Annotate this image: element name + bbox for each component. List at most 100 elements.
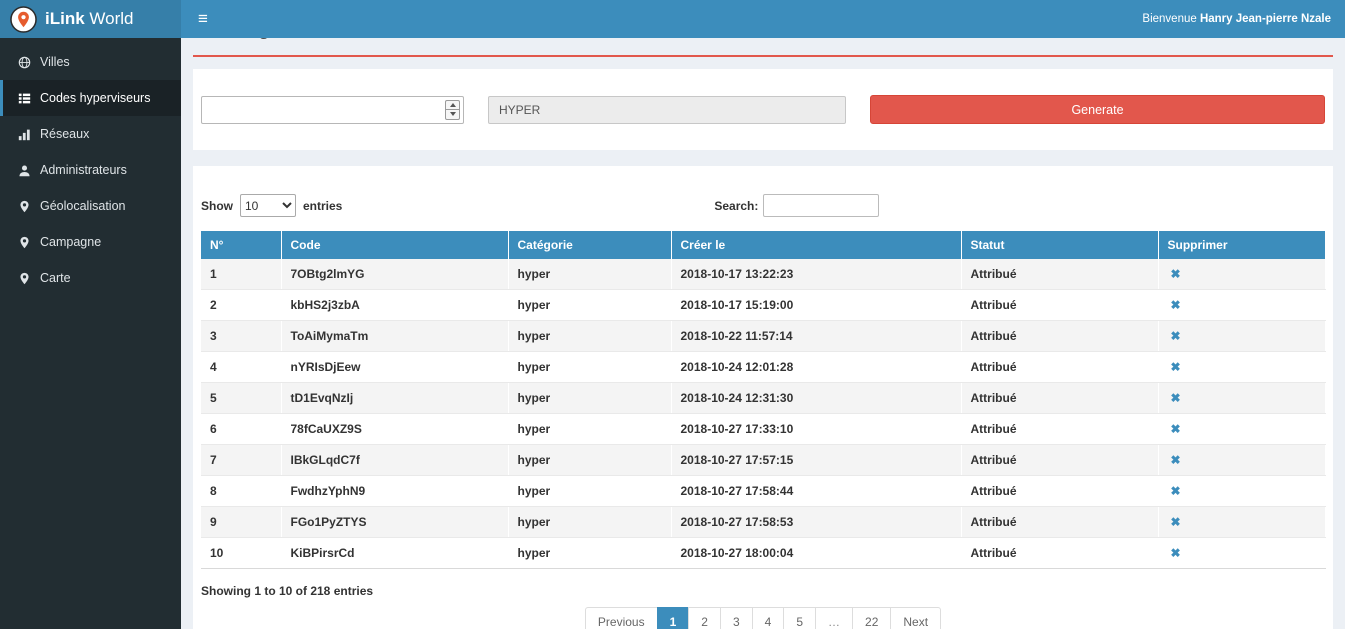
pagination-ellipsis: … [815,607,853,629]
pagination-previous[interactable]: Previous [585,607,658,629]
delete-icon[interactable]: ✖ [1168,391,1181,405]
cell-delete: ✖ [1158,538,1325,569]
pagination-page-3[interactable]: 3 [720,607,753,629]
codes-table-panel: Show 10 entries Search: N°CodeCatégorieC… [193,166,1333,629]
main-content: Codes générés Generate Show 10 entries S… [181,0,1345,629]
cell-category: hyper [508,445,671,476]
quantity-input[interactable] [201,96,464,124]
stepper-up-icon[interactable] [446,101,459,110]
table-row: 2kbHS2j3zbAhyper2018-10-17 15:19:00Attri… [201,290,1325,321]
cell-delete: ✖ [1158,352,1325,383]
pagination-next[interactable]: Next [890,607,941,629]
pagination-page-4[interactable]: 4 [752,607,785,629]
table-row: 3ToAiMymaTmhyper2018-10-22 11:57:14Attri… [201,321,1325,352]
column-header-supprimer[interactable]: Supprimer [1158,231,1325,259]
delete-icon[interactable]: ✖ [1168,546,1181,560]
cell-delete: ✖ [1158,290,1325,321]
cell-number: 9 [201,507,281,538]
hamburger-icon[interactable]: ≡ [181,0,225,38]
cell-category: hyper [508,259,671,290]
sidebar-item-geolocalisation[interactable]: Géolocalisation [0,188,181,224]
cell-number: 8 [201,476,281,507]
cell-delete: ✖ [1158,259,1325,290]
column-header-categorie[interactable]: Catégorie [508,231,671,259]
cell-status: Attribué [961,352,1158,383]
delete-icon[interactable]: ✖ [1168,360,1181,374]
cell-number: 4 [201,352,281,383]
delete-icon[interactable]: ✖ [1168,298,1181,312]
sidebar-item-codes-hyperviseurs[interactable]: Codes hyperviseurs [0,80,181,116]
search-input[interactable] [763,194,879,217]
cell-delete: ✖ [1158,321,1325,352]
page-size-control: Show 10 entries [201,194,342,217]
quantity-stepper [201,96,464,124]
cell-category: hyper [508,383,671,414]
stepper-arrows[interactable] [445,100,460,120]
search-label: Search: [714,199,758,213]
table-summary: Showing 1 to 10 of 218 entries [201,584,1325,598]
brand-logo[interactable]: iLink World [0,0,181,38]
delete-icon[interactable]: ✖ [1168,329,1181,343]
cell-created: 2018-10-22 11:57:14 [671,321,961,352]
delete-icon[interactable]: ✖ [1168,515,1181,529]
sidebar-item-reseaux[interactable]: Réseaux [0,116,181,152]
cell-created: 2018-10-17 15:19:00 [671,290,961,321]
user-name: Hanry Jean-pierre Nzale [1200,13,1331,25]
stepper-down-icon[interactable] [446,109,459,119]
generate-button[interactable]: Generate [870,95,1325,124]
cell-created: 2018-10-27 17:33:10 [671,414,961,445]
cell-created: 2018-10-27 17:58:44 [671,476,961,507]
table-row: 7IBkGLqdC7fhyper2018-10-27 17:57:15Attri… [201,445,1325,476]
cell-code: FGo1PyZTYS [281,507,508,538]
map-marker-icon [17,200,31,213]
pagination-page-22[interactable]: 22 [852,607,891,629]
sidebar-item-administrateurs[interactable]: Administrateurs [0,152,181,188]
table-row: 678fCaUXZ9Shyper2018-10-27 17:33:10Attri… [201,414,1325,445]
app-title: iLink World [45,9,133,29]
cell-code: ToAiMymaTm [281,321,508,352]
cell-number: 10 [201,538,281,569]
pagination-page-1[interactable]: 1 [657,607,690,629]
cell-created: 2018-10-24 12:01:28 [671,352,961,383]
cell-code: FwdhzYphN9 [281,476,508,507]
cell-category: hyper [508,321,671,352]
cell-status: Attribué [961,538,1158,569]
table-row: 9FGo1PyZTYShyper2018-10-27 17:58:53Attri… [201,507,1325,538]
table-body: 17OBtg2lmYGhyper2018-10-17 13:22:23Attri… [201,259,1325,569]
cell-number: 6 [201,414,281,445]
cell-created: 2018-10-17 13:22:23 [671,259,961,290]
cell-status: Attribué [961,383,1158,414]
page-size-select[interactable]: 10 [240,194,296,217]
cell-created: 2018-10-27 17:57:15 [671,445,961,476]
pagination-page-2[interactable]: 2 [688,607,721,629]
column-header-creer-le[interactable]: Créer le [671,231,961,259]
table-row: 5tD1EvqNzIjhyper2018-10-24 12:31:30Attri… [201,383,1325,414]
column-header-statut[interactable]: Statut [961,231,1158,259]
column-header-n-[interactable]: N° [201,231,281,259]
table-row: 8FwdhzYphN9hyper2018-10-27 17:58:44Attri… [201,476,1325,507]
cell-created: 2018-10-24 12:31:30 [671,383,961,414]
delete-icon[interactable]: ✖ [1168,484,1181,498]
sidebar-item-villes[interactable]: Villes [0,44,181,80]
cell-number: 1 [201,259,281,290]
welcome-text: Bienvenue [1142,13,1200,25]
cell-status: Attribué [961,507,1158,538]
sidebar-item-campagne[interactable]: Campagne [0,224,181,260]
sidebar-item-carte[interactable]: Carte [0,260,181,296]
cell-delete: ✖ [1158,414,1325,445]
delete-icon[interactable]: ✖ [1168,453,1181,467]
user-menu[interactable]: Bienvenue Hanry Jean-pierre Nzale [1142,13,1345,25]
sidebar-item-label: Codes hyperviseurs [40,91,150,105]
sidebar-item-label: Campagne [40,235,101,249]
cell-category: hyper [508,352,671,383]
column-header-code[interactable]: Code [281,231,508,259]
category-field[interactable] [488,96,846,124]
delete-icon[interactable]: ✖ [1168,422,1181,436]
list-icon [17,92,31,105]
sidebar-item-label: Carte [40,271,71,285]
delete-icon[interactable]: ✖ [1168,267,1181,281]
pagination-page-5[interactable]: 5 [783,607,816,629]
cell-code: 7OBtg2lmYG [281,259,508,290]
cell-category: hyper [508,290,671,321]
cell-delete: ✖ [1158,445,1325,476]
